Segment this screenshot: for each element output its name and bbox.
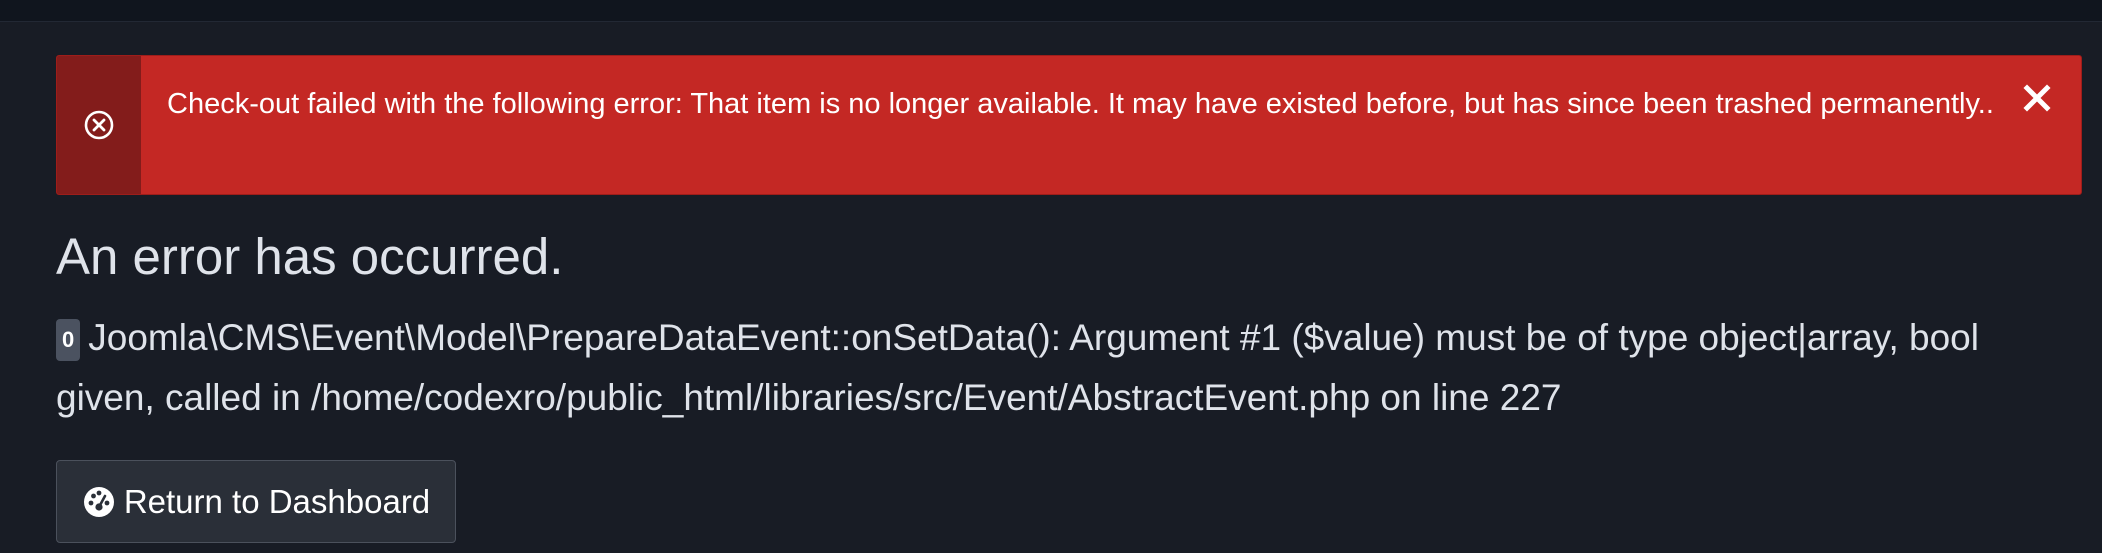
circle-x-icon: [82, 108, 116, 142]
error-alert: Check-out failed with the following erro…: [56, 55, 2082, 195]
error-detail: 0 Joomla\CMS\Event\Model\PrepareDataEvent…: [56, 308, 2066, 428]
top-bar: [0, 0, 2102, 22]
return-to-dashboard-button[interactable]: Return to Dashboard: [56, 460, 456, 543]
error-heading: An error has occurred.: [56, 228, 564, 285]
return-to-dashboard-label: Return to Dashboard: [123, 482, 431, 520]
alert-close-button[interactable]: [2017, 80, 2057, 120]
gauge-icon: [82, 485, 116, 519]
alert-icon-column: [57, 56, 141, 194]
close-x-icon: [2022, 83, 2052, 118]
error-detail-text: Joomla\CMS\Event\Model\PrepareDataEvent:…: [56, 317, 1979, 418]
error-code-badge: 0: [56, 319, 81, 361]
alert-message: Check-out failed with the following erro…: [167, 88, 1994, 120]
